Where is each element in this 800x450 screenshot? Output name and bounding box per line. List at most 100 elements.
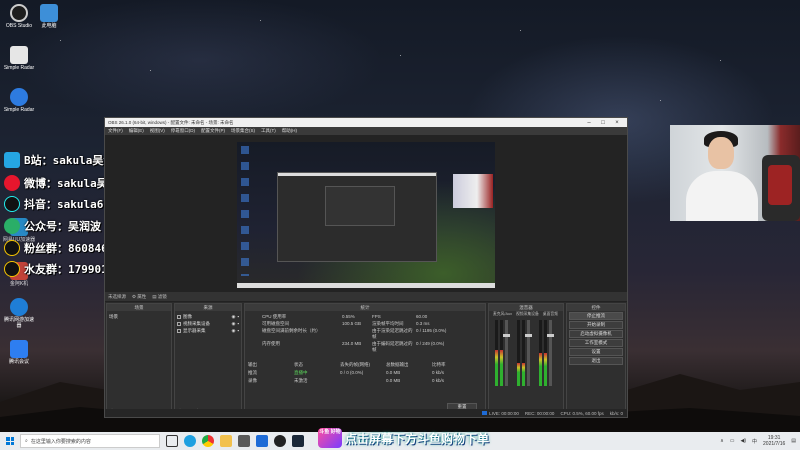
task-view-icon[interactable] [166,435,178,447]
source-item[interactable]: 显示器采集 ◉ ▪ [177,327,239,334]
file-icon [10,46,28,64]
bilibili-icon [4,152,20,168]
minimize-icon[interactable]: – [582,120,596,126]
volume-meter [495,320,498,386]
edge-icon[interactable] [184,435,196,447]
controls-dock: 控件 停止推流 开始录制 启动虚拟摄像机 工作室模式 设置 退出 [566,303,626,417]
obs-icon[interactable] [274,435,286,447]
preview-area[interactable] [105,135,627,292]
desktop-icon-this-pc[interactable]: 此电脑 [32,4,66,30]
sources-dock: 来源 图像◉▪ 视频采集设备◉▪ 显示器采集◉▪ + − ⚙ ∧ ∨ [174,303,242,417]
zip-icon [10,88,28,106]
lock-icon[interactable]: ▪ [237,321,239,326]
menu-view[interactable]: 视图(V) [150,128,165,134]
source-item[interactable]: 视频采集设备 ◉ ▪ [177,320,239,327]
eye-icon[interactable]: ◉ [231,314,235,320]
window-titlebar[interactable]: OBS 26.1.0 (64-bit, windows) - 配置文件: 未命名… [105,118,627,127]
menu-tools[interactable]: 工具(T) [261,128,276,134]
selected-source-label: 未选择源 [108,293,126,299]
preview-canvas[interactable] [237,142,495,288]
volume-fader[interactable] [547,320,554,386]
volume-meter [522,320,525,386]
start-recording-button[interactable]: 开始录制 [569,321,623,329]
volume-meter [539,320,542,386]
network-icon[interactable]: ▭ [730,438,735,444]
close-icon[interactable]: × [610,120,624,126]
mail-icon[interactable] [256,435,268,447]
eye-icon[interactable]: ◉ [231,328,235,334]
notification-icon[interactable]: ▤ [791,438,796,444]
scene-item[interactable]: 场景 [109,313,169,320]
bitrate-readout: kb/s: 0 [609,410,623,416]
weibo-icon [4,175,20,191]
menu-help[interactable]: 帮助(H) [282,128,297,134]
maximize-icon[interactable]: □ [596,120,610,126]
source-item[interactable]: 图像 ◉ ▪ [177,313,239,320]
qq-icon [4,240,20,256]
desktop-icon-simple-radar-file[interactable]: Simple Radar [2,46,36,72]
live-indicator-icon [482,410,488,415]
menu-scene-collection[interactable]: 场景集合(S) [231,128,255,134]
volume-fader[interactable] [503,320,510,386]
mixer-dock: 混音器 麦克风/Aux 视频采集设备 桌面音频 [488,303,564,417]
properties-button[interactable]: ⚙ 属性 [132,294,146,300]
source-toolbar: 未选择源 ⚙ 属性 ▤ 滤镜 [105,292,627,302]
status-bar: LIVE: 00:00:00 REC: 00:00:00 CPU: 0.5%, … [105,409,627,417]
output-table: 输出 状态 丢失的帧(网络) 总数据输出 比特率 推流 直播中 0 / 0 (0.0%) 0.… [248,362,446,383]
start-virtual-camera-button[interactable]: 启动虚拟摄像机 [569,330,623,338]
lock-icon[interactable]: ▪ [237,314,239,319]
windows-icon [6,437,14,445]
chevron-up-icon[interactable]: ∧ [720,438,724,444]
menu-docks[interactable]: 停靠窗口(D) [171,128,195,134]
ime-icon[interactable]: 中 [752,438,757,445]
settings-button[interactable]: 设置 [569,348,623,356]
store-icon[interactable] [238,435,250,447]
volume-fader[interactable] [525,320,532,386]
obs-icon [10,4,28,22]
meeting-icon [10,340,28,358]
menu-edit[interactable]: 编辑(E) [129,128,144,134]
volume-icon[interactable]: ◀) [740,438,746,444]
stats-dock: 统计 CPU 使用率 0.55% FPS 60.00 可用磁盘空间 100.5 GB 渲染… [244,303,486,417]
wechat-icon [4,218,20,234]
volume-meter [544,320,547,386]
mixer-channel [517,320,535,396]
lock-icon[interactable]: ▪ [237,328,239,333]
cpu-readout: CPU: 0.5%, 60.00 fps [560,410,604,416]
system-tray: ∧ ▭ ◀) 中 19:31 2021/7/16 ▤ [720,432,796,450]
douyu-shop-logo: 斗鱼 好物 [318,428,342,448]
promo-banner: 点击屏幕下方斗鱼购物下单 [345,432,490,446]
studio-mode-button[interactable]: 工作室模式 [569,339,623,347]
window-title: OBS 26.1.0 (64-bit, windows) - 配置文件: 未命名… [108,119,234,125]
steam-icon[interactable] [292,435,304,447]
desktop-icon-simple-radar-zip[interactable]: Simple Radar [2,88,36,114]
obs-window[interactable]: OBS 26.1.0 (64-bit, windows) - 配置文件: 未命名… [104,117,628,418]
desktop-icon-tencent-accel[interactable]: 腾讯网游加速器 [2,298,36,329]
scenes-dock: 场景 场景 + − ∧ ∨ [106,303,172,417]
desktop-icon-obs-studio[interactable]: OBS Studio [2,4,36,30]
status-badge: 直播中 [294,370,308,375]
folder-icon[interactable] [220,435,232,447]
menu-file[interactable]: 文件(F) [108,128,123,134]
volume-meter [517,320,520,386]
accelerator-icon [10,298,28,316]
status-badge: 未激活 [294,378,308,383]
exit-button[interactable]: 退出 [569,357,623,365]
douyin-icon [4,196,20,212]
dock-area: 场景 场景 + − ∧ ∨ 来源 图像◉▪ 视频采集设备◉▪ 显示器采集◉▪ +… [105,303,627,417]
webcam-feed [670,125,800,221]
overlay-wechat: 公众号：吴润波 [4,218,101,234]
menu-profile[interactable]: 配置文件(P) [201,128,225,134]
desktop-icon-tencent-meeting[interactable]: 腾讯会议 [2,340,36,366]
search-input[interactable]: ⌕ 在这里输入你要搜索的内容 [20,434,160,448]
eye-icon[interactable]: ◉ [231,321,235,327]
filters-button[interactable]: ▤ 滤镜 [152,294,167,300]
stop-streaming-button[interactable]: 停止推流 [569,312,623,320]
mixer-channel [539,320,557,396]
start-button[interactable] [0,432,20,450]
clock[interactable]: 19:31 2021/7/16 [763,435,785,447]
stats-grid: CPU 使用率 0.55% FPS 60.00 可用磁盘空间 100.5 GB 渲染帧平均… [262,314,447,352]
chrome-icon[interactable] [202,435,214,447]
live-timer: LIVE: 00:00:00 [482,410,519,416]
qq-icon [4,261,20,277]
